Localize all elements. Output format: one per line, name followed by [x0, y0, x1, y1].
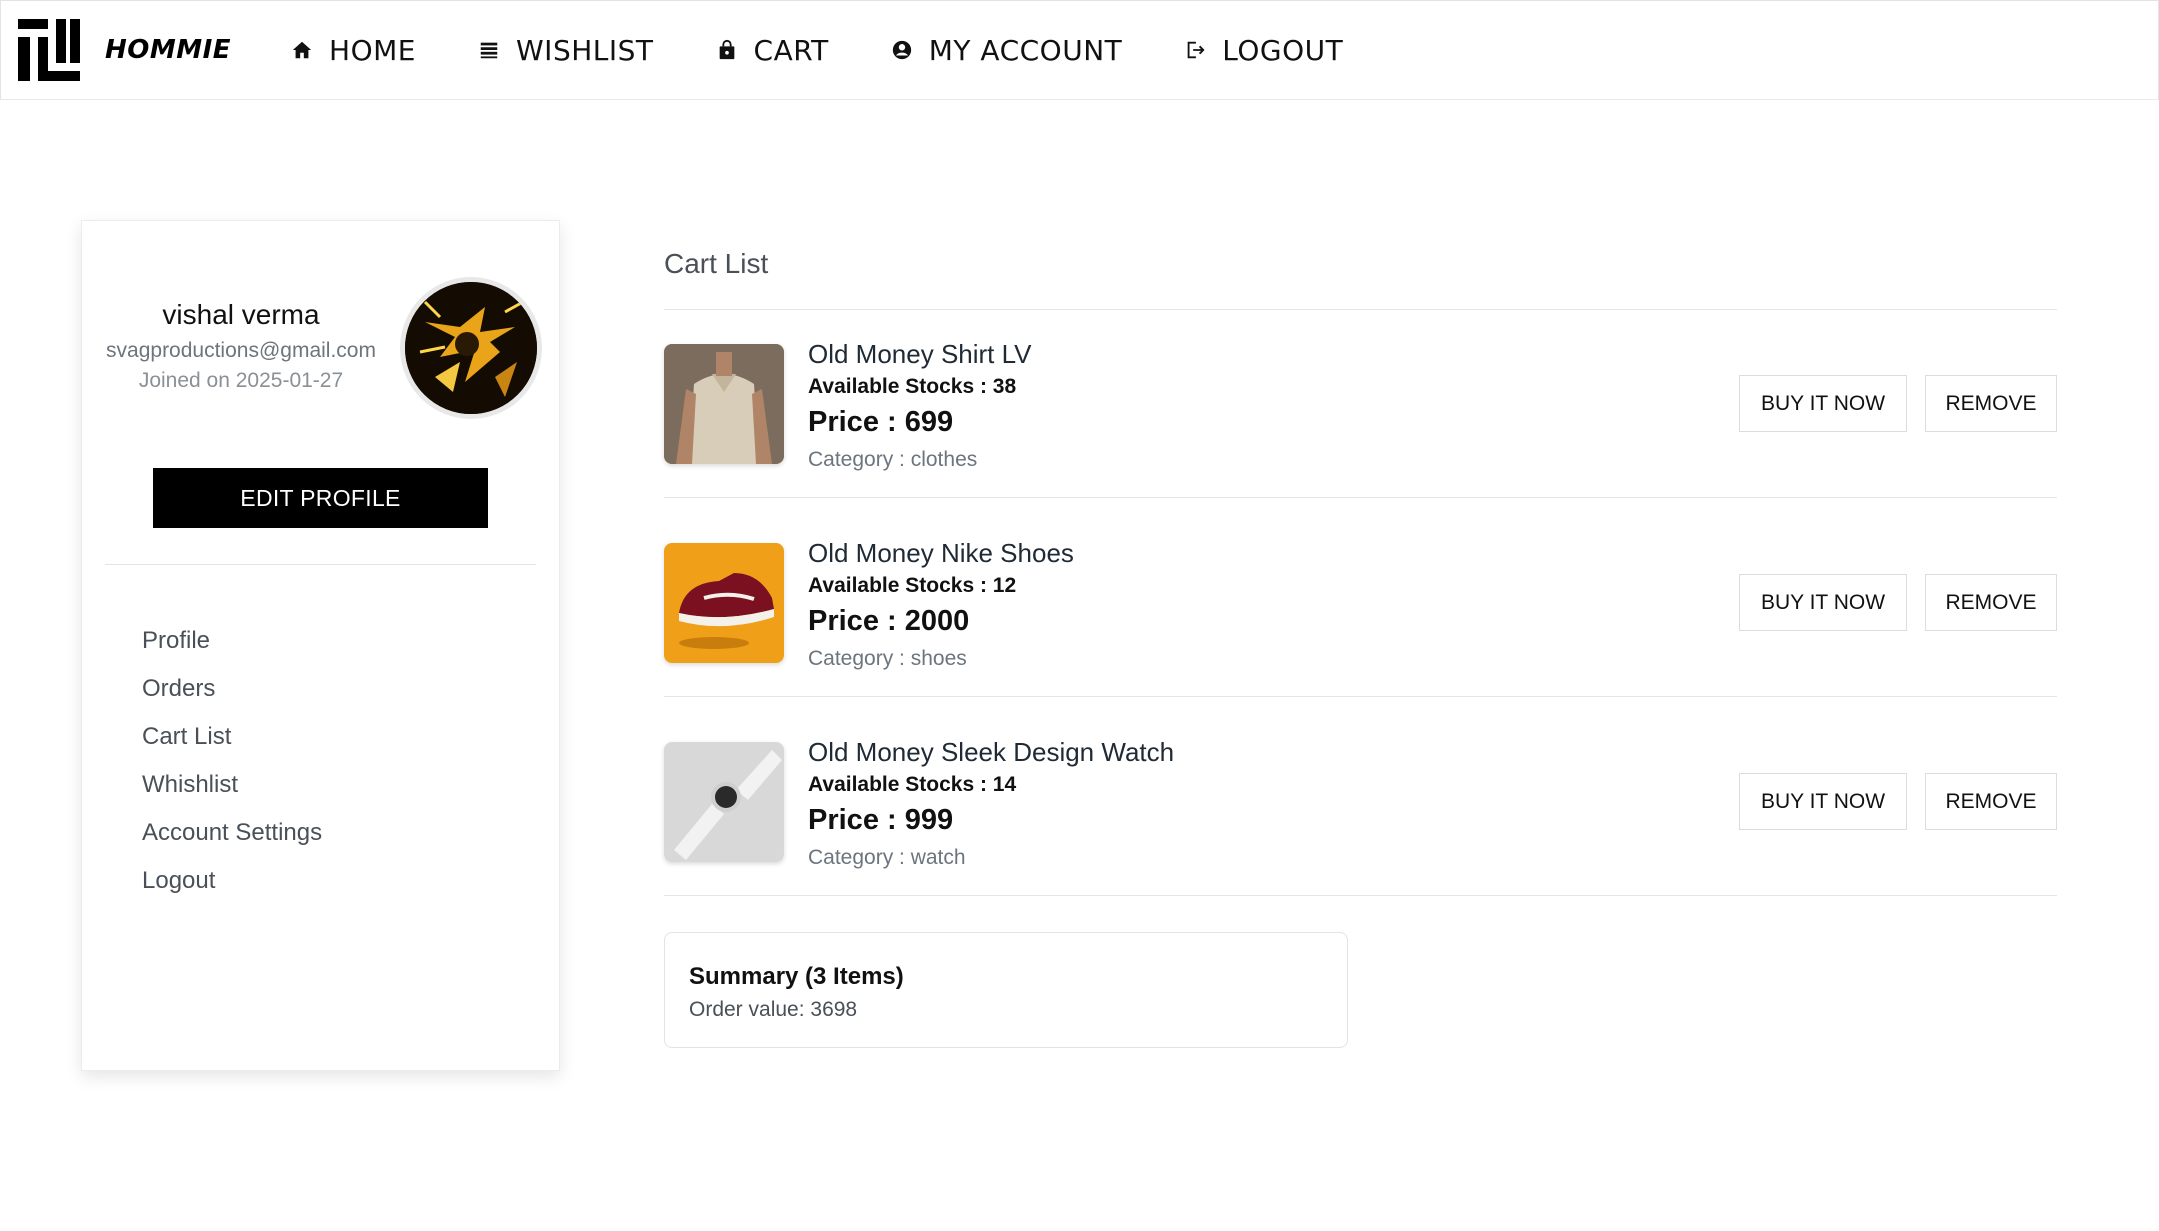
brand-name: HOMMIE — [105, 35, 232, 65]
nav-wishlist[interactable]: WISHLIST — [478, 34, 654, 67]
avatar[interactable] — [400, 277, 542, 419]
product-category: Category : watch — [808, 846, 966, 869]
order-value: Order value: 3698 — [689, 998, 858, 1021]
nav-wishlist-label: WISHLIST — [516, 33, 654, 67]
home-icon — [291, 39, 313, 61]
product-image[interactable] — [664, 742, 784, 862]
user-email: svagproductions@gmail.com — [106, 339, 376, 362]
product-image[interactable] — [664, 344, 784, 464]
sidebar-item-profile[interactable]: Profile — [142, 617, 322, 665]
divider — [664, 895, 2057, 896]
product-name[interactable]: Old Money Sleek Design Watch — [808, 737, 1174, 768]
brand-logo — [18, 19, 80, 81]
product-stock: Available Stocks : 14 — [808, 773, 1017, 796]
divider — [664, 696, 2057, 697]
nav-links: HOME WISHLIST CART MY ACCOUNT LOGOUT — [291, 34, 1405, 67]
edit-profile-button[interactable]: EDIT PROFILE — [153, 468, 488, 528]
product-category: Category : shoes — [808, 647, 967, 670]
product-stock: Available Stocks : 38 — [808, 375, 1017, 398]
page-title: Cart List — [664, 248, 769, 279]
user-joined-date: Joined on 2025-01-27 — [138, 369, 344, 392]
nav-cart[interactable]: CART — [716, 34, 829, 67]
top-navbar: HOMMIE HOME WISHLIST CART MY ACCOUNT LOG… — [0, 0, 2159, 100]
product-image[interactable] — [664, 543, 784, 663]
buy-it-now-button[interactable]: BUY IT NOW — [1739, 574, 1907, 631]
user-circle-icon — [891, 39, 913, 61]
product-price: Price : 999 — [808, 804, 954, 836]
product-stock: Available Stocks : 12 — [808, 574, 1017, 597]
product-price: Price : 2000 — [808, 605, 970, 637]
user-name: vishal verma — [162, 299, 320, 330]
sidebar-item-wishlist[interactable]: Whishlist — [142, 761, 322, 809]
product-category: Category : clothes — [808, 448, 978, 471]
sidebar-item-cart-list[interactable]: Cart List — [142, 713, 322, 761]
nav-my-account-label: MY ACCOUNT — [928, 33, 1123, 67]
shopping-bag-icon — [716, 39, 738, 61]
sidebar-item-account-settings[interactable]: Account Settings — [142, 809, 322, 857]
product-name[interactable]: Old Money Nike Shoes — [808, 538, 1074, 569]
divider — [664, 497, 2057, 498]
remove-button[interactable]: REMOVE — [1925, 773, 2057, 830]
product-price: Price : 699 — [808, 406, 954, 438]
product-name[interactable]: Old Money Shirt LV — [808, 339, 1032, 370]
sidebar-divider — [105, 564, 536, 565]
nav-home-label: HOME — [329, 33, 416, 67]
cart-item: Old Money Shirt LV Available Stocks : 38… — [664, 339, 2057, 474]
summary-title: Summary (3 Items) — [689, 963, 904, 990]
buy-it-now-button[interactable]: BUY IT NOW — [1739, 375, 1907, 432]
nav-logout-label: LOGOUT — [1222, 33, 1344, 67]
buy-it-now-button[interactable]: BUY IT NOW — [1739, 773, 1907, 830]
logout-icon — [1184, 39, 1206, 61]
nav-logout[interactable]: LOGOUT — [1184, 34, 1343, 67]
order-summary: Summary (3 Items) Order value: 3698 — [664, 932, 1348, 1048]
sidebar-item-logout[interactable]: Logout — [142, 857, 322, 905]
profile-sidebar: vishal verma svagproductions@gmail.com J… — [81, 220, 560, 1071]
cart-item: Old Money Sleek Design Watch Available S… — [664, 737, 2057, 872]
cart-item: Old Money Nike Shoes Available Stocks : … — [664, 538, 2057, 673]
sidebar-item-orders[interactable]: Orders — [142, 665, 322, 713]
brand[interactable]: HOMMIE — [18, 19, 231, 81]
nav-home[interactable]: HOME — [291, 34, 416, 67]
sidebar-menu: Profile Orders Cart List Whishlist Accou… — [142, 617, 322, 905]
list-icon — [478, 39, 500, 61]
remove-button[interactable]: REMOVE — [1925, 375, 2057, 432]
remove-button[interactable]: REMOVE — [1925, 574, 2057, 631]
nav-cart-label: CART — [753, 33, 829, 67]
divider — [664, 309, 2057, 310]
nav-my-account[interactable]: MY ACCOUNT — [891, 34, 1123, 67]
